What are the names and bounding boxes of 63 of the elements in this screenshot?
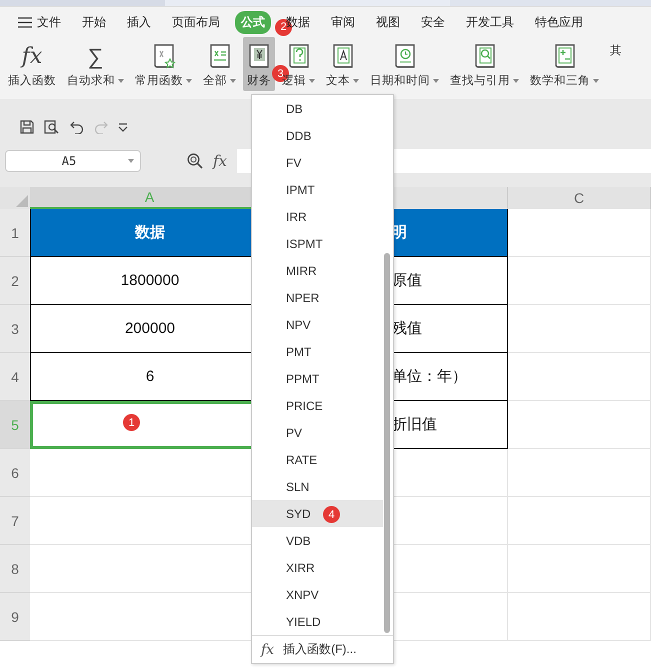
row-header[interactable]: 6 [0,449,30,497]
menu-tab[interactable]: 插入 [121,10,157,34]
menu-tab[interactable]: 审阅 [325,10,361,34]
zoom-icon[interactable] [187,153,203,169]
caret-icon [128,159,134,163]
row-header[interactable]: 3 [0,305,30,353]
menu-item[interactable]: XIRR [252,554,383,581]
caret-icon [513,78,519,82]
name-box[interactable]: A5 [5,150,141,172]
undo-icon[interactable] [70,120,84,134]
menu-tab[interactable]: 开发工具 [460,10,520,34]
caret-icon [353,78,359,82]
print-preview-icon[interactable] [44,120,60,134]
column-header[interactable]: C [508,187,651,209]
menu-item[interactable]: YIELD [252,608,383,635]
menu-item[interactable]: FV [252,149,383,176]
menu-tab[interactable]: 页面布局 [166,10,226,34]
menu-item[interactable]: DDB [252,122,383,149]
ribbon-button[interactable]: fx 插入函数 [4,37,60,91]
cell-text: 数据 [135,223,165,242]
menu-tab[interactable]: 特色应用 [529,10,589,34]
save-icon[interactable] [20,120,34,134]
ribbon-button[interactable]: 日期和时间 [366,37,443,91]
caret-icon [118,78,124,82]
caret-icon [433,78,439,82]
insert-function-item[interactable]: fx 插入函数(F)... [252,635,393,663]
customize-icon[interactable] [118,122,128,132]
caret-icon [186,78,192,82]
menu-item[interactable]: RATE [252,446,383,473]
cell-text: 200000 [124,320,176,337]
caret-icon [593,78,599,82]
scrollbar[interactable] [384,253,390,633]
row-header[interactable]: 8 [0,545,30,593]
row-header[interactable]: 2 [0,257,30,305]
ribbon-button[interactable]: ∑ 自动求和 [63,37,128,91]
row-header[interactable]: 9 [0,593,30,641]
row-header[interactable]: 7 [0,497,30,545]
ribbon-button[interactable]: 全部 [199,37,240,91]
row-header[interactable]: 1 [0,209,30,257]
menu-tab[interactable]: 安全 [415,10,451,34]
ribbon-button[interactable]: 文本 [322,37,363,91]
cell-text: 6 [146,368,154,385]
function-icon[interactable]: fx [213,152,228,170]
cell-text: 1800000 [120,272,180,289]
menu-tab[interactable]: 视图 [370,10,406,34]
ribbon-button[interactable]: 财务 [243,37,275,91]
ribbon-button[interactable]: 常用函数 [131,37,196,91]
sum-icon: ∑ [88,43,104,71]
ribbon-button[interactable]: 查找与引用 [446,37,523,91]
menu-item[interactable]: SLN [252,473,383,500]
ribbon-button[interactable]: 数学和三角 [526,37,603,91]
caret-icon [309,78,315,82]
caret-icon [230,78,236,82]
menu-item[interactable]: XNPV [252,581,383,608]
row-header[interactable]: 4 [0,353,30,401]
menu-item[interactable]: DB [252,95,383,122]
ribbon-button[interactable]: 其 [606,37,626,91]
function-icon: fx [22,43,42,71]
menu-item[interactable]: VDB [252,527,383,554]
step-badge: 1 [123,414,140,431]
menu-tab[interactable]: 开始 [76,10,112,34]
menu-icon [18,16,32,28]
menu-tab[interactable]: 文件 [12,10,67,34]
